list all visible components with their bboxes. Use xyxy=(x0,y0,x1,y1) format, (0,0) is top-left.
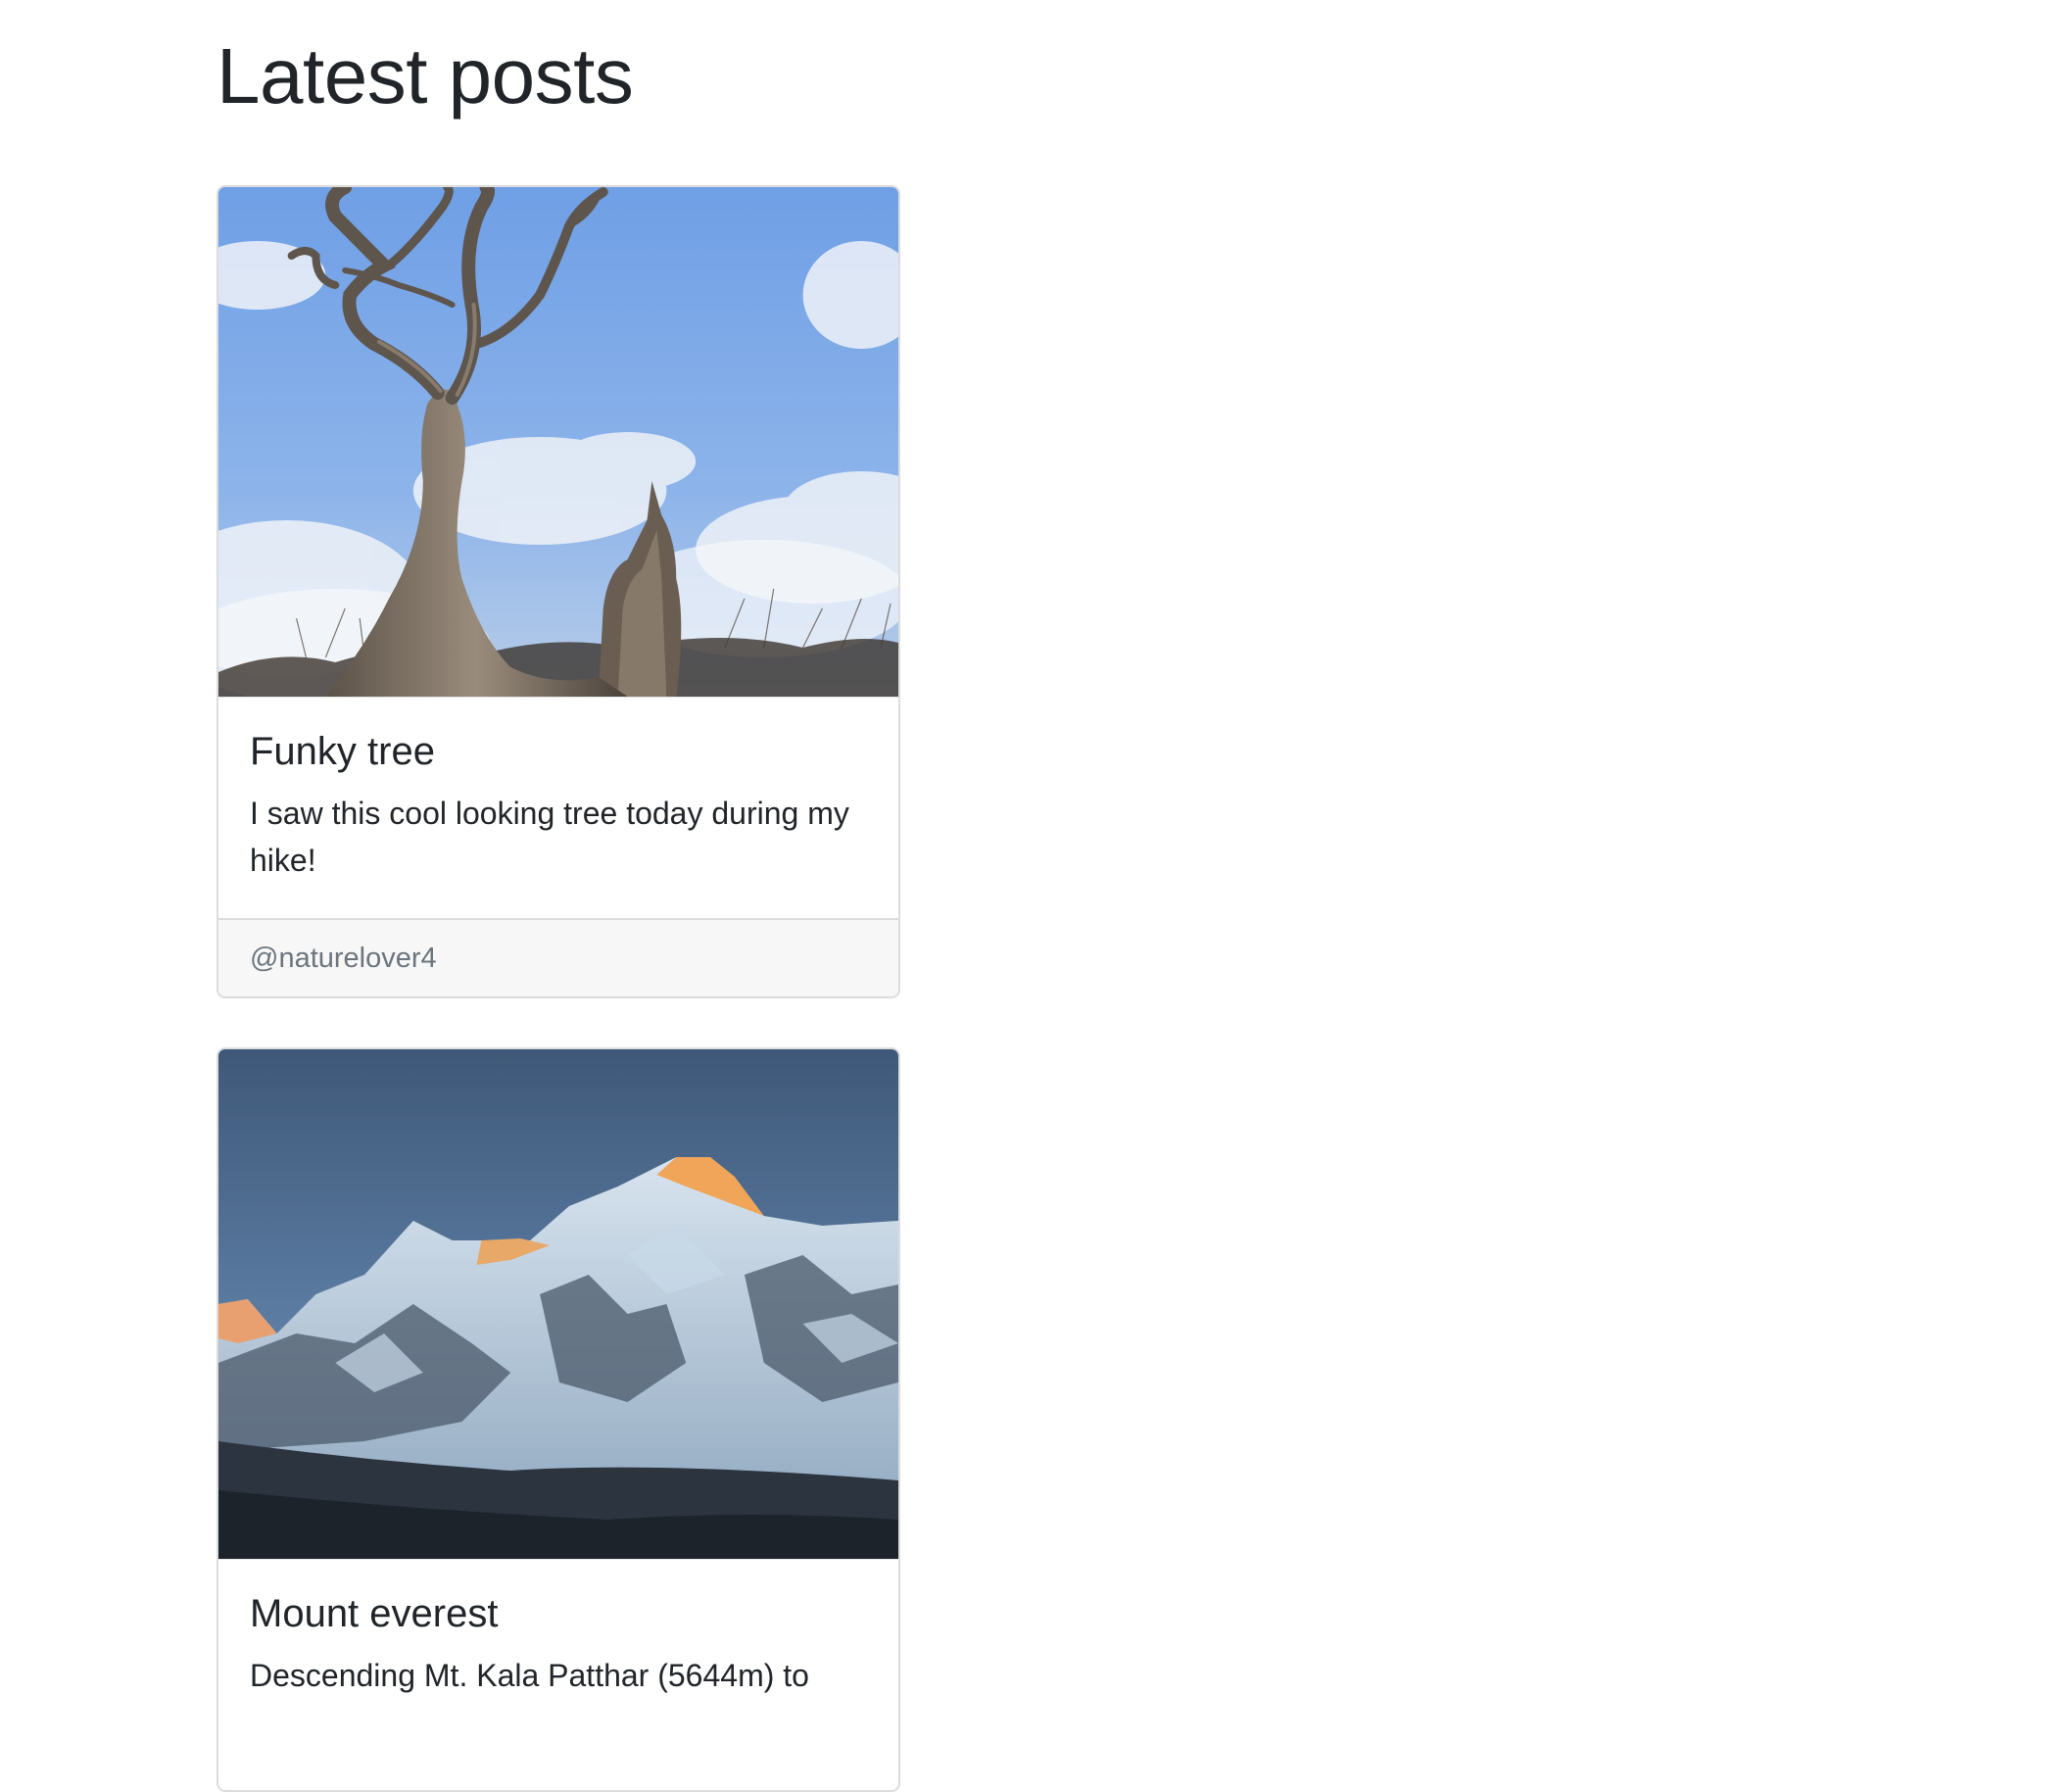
main-container: Latest posts Funky tree I saw this cool … xyxy=(217,0,1196,1792)
post-author[interactable]: @naturelover4 xyxy=(250,943,437,975)
post-title[interactable]: Mount everest xyxy=(250,1589,867,1638)
post-image-tree xyxy=(218,187,898,698)
post-image-mountain xyxy=(218,1049,898,1560)
post-text: Descending Mt. Kala Patthar (5644m) to xyxy=(250,1658,809,1693)
card-footer: @naturelover4 xyxy=(218,918,898,996)
post-card[interactable]: Mount everest Descending Mt. Kala Pattha… xyxy=(217,1047,900,1792)
post-text: I saw this cool looking tree today durin… xyxy=(250,796,849,878)
post-card[interactable]: Funky tree I saw this cool looking tree … xyxy=(217,185,900,998)
post-title[interactable]: Funky tree xyxy=(250,727,867,776)
card-body: Mount everest Descending Mt. Kala Pattha… xyxy=(218,1560,898,1728)
page-title: Latest posts xyxy=(217,32,634,120)
card-body: Funky tree I saw this cool looking tree … xyxy=(218,698,898,913)
